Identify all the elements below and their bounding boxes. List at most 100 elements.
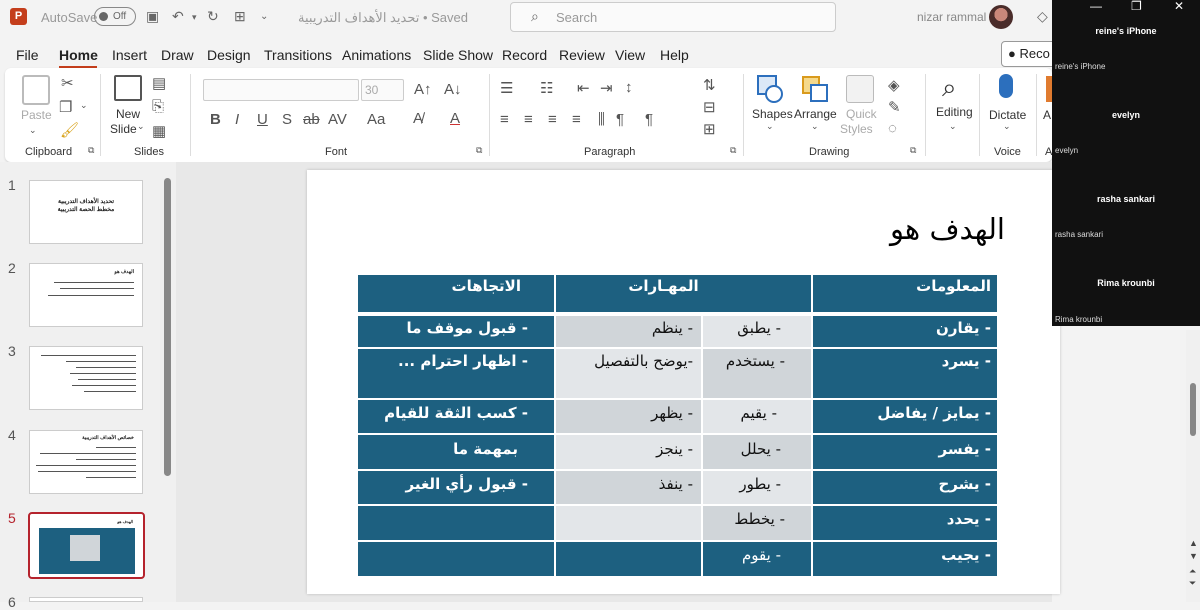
font-family-select[interactable] — [203, 79, 359, 101]
find-icon[interactable]: ⌕ — [942, 72, 957, 104]
paste-icon[interactable] — [22, 75, 50, 105]
new-slide-button-label2[interactable]: Slide — [110, 122, 137, 136]
copy-icon[interactable]: ❐ — [59, 98, 72, 116]
redo-icon[interactable]: ↻ — [207, 8, 219, 25]
save-icon[interactable]: ▣ — [146, 8, 159, 25]
align-center-icon[interactable]: ≡ — [524, 111, 533, 128]
change-case-icon[interactable]: Aa — [367, 111, 385, 128]
menu-design[interactable]: Design — [207, 47, 251, 63]
autosave-toggle[interactable]: Off — [94, 7, 136, 26]
new-slide-dropdown-icon[interactable]: ⌄ — [137, 121, 145, 132]
layout-icon[interactable]: ▤ — [152, 74, 166, 92]
ltr-icon[interactable]: ¶ — [645, 111, 653, 128]
user-name[interactable]: nizar rammal — [917, 10, 986, 24]
columns-icon[interactable]: ⫼ — [598, 111, 605, 128]
next-slide-icon[interactable]: ⏷ — [1189, 578, 1196, 589]
slide-thumbnail-2[interactable]: الهدف هو — [29, 263, 143, 327]
slide-thumbnail-3[interactable] — [29, 346, 143, 410]
increase-indent-icon[interactable]: ⇥ — [600, 79, 613, 97]
shapes-dropdown-icon[interactable]: ⌄ — [766, 121, 774, 132]
minimize-icon[interactable]: — — [1090, 0, 1102, 13]
justify-icon[interactable]: ≡ — [572, 111, 581, 128]
slide-thumbnail-5[interactable]: الهدف هو — [28, 512, 145, 579]
slide-title[interactable]: الهدف هو — [870, 212, 1005, 246]
arrange-button[interactable]: Arrange — [794, 107, 837, 121]
shape-fill-icon[interactable]: ◈ — [888, 76, 900, 94]
cut-icon[interactable]: ✂ — [61, 74, 74, 92]
align-left-icon[interactable]: ≡ — [500, 111, 509, 128]
thumbnail-scrollbar[interactable] — [164, 178, 171, 476]
undo-dropdown-icon[interactable]: ▾ — [192, 12, 197, 23]
paste-button[interactable]: Paste — [21, 108, 52, 122]
font-size-select[interactable]: 30 — [361, 79, 404, 101]
menu-record[interactable]: Record — [502, 47, 547, 63]
rtl-icon[interactable]: ¶ — [616, 111, 624, 128]
avatar[interactable] — [989, 5, 1013, 29]
decrease-indent-icon[interactable]: ⇤ — [577, 79, 590, 97]
font-color-icon[interactable]: A — [450, 110, 460, 127]
shape-outline-icon[interactable]: ✎ — [888, 98, 901, 116]
smartart-icon[interactable]: ⊞ — [703, 120, 716, 138]
editing-dropdown-icon[interactable]: ⌄ — [949, 121, 957, 132]
align-right-icon[interactable]: ≡ — [548, 111, 557, 128]
premium-diamond-icon[interactable]: ◇ — [1037, 8, 1048, 25]
shadow-icon[interactable]: S — [282, 111, 292, 128]
font-launcher-icon[interactable]: ⧉ — [476, 145, 482, 156]
clear-formatting-icon[interactable]: A̸ — [413, 110, 423, 127]
addin-button[interactable]: A — [1043, 108, 1051, 122]
menu-help[interactable]: Help — [660, 47, 689, 63]
paragraph-launcher-icon[interactable]: ⧉ — [730, 145, 736, 156]
copy-dropdown-icon[interactable]: ⌄ — [80, 100, 88, 111]
new-slide-icon[interactable] — [114, 75, 142, 101]
editing-button[interactable]: Editing — [936, 105, 973, 119]
bold-icon[interactable]: B — [210, 111, 221, 128]
character-spacing-icon[interactable]: AV — [328, 111, 347, 128]
menu-view[interactable]: View — [615, 47, 645, 63]
scroll-down-icon[interactable]: ▼ — [1189, 551, 1198, 561]
scrollbar-thumb[interactable] — [1190, 383, 1196, 436]
document-title[interactable]: تحديد الأهداف التدريبية • Saved — [298, 10, 468, 26]
menu-animations[interactable]: Animations — [342, 47, 411, 63]
format-painter-icon[interactable]: 🖌 — [60, 121, 79, 139]
menu-file[interactable]: File — [16, 47, 39, 63]
scroll-up-icon[interactable]: ▲ — [1189, 538, 1198, 548]
reset-icon[interactable]: ⎘ — [152, 98, 164, 115]
microphone-icon[interactable] — [999, 74, 1013, 98]
drawing-launcher-icon[interactable]: ⧉ — [910, 145, 916, 156]
previous-slide-icon[interactable]: ⏶ — [1189, 566, 1196, 577]
clipboard-launcher-icon[interactable]: ⧉ — [88, 145, 94, 156]
menu-transitions[interactable]: Transitions — [264, 47, 332, 63]
new-slide-button[interactable]: New — [116, 107, 140, 121]
quick-styles-label2[interactable]: Styles — [840, 122, 873, 136]
increase-font-icon[interactable]: A↑ — [414, 81, 432, 98]
menu-insert[interactable]: Insert — [112, 47, 147, 63]
close-icon[interactable]: ✕ — [1174, 0, 1184, 13]
paste-dropdown-icon[interactable]: ⌄ — [29, 125, 37, 136]
slide-thumbnail-1[interactable]: تحديد الأهداف التدريبية مخطط الحصة التدر… — [29, 180, 143, 244]
line-spacing-icon[interactable]: ↕ — [625, 79, 633, 96]
align-text-icon[interactable]: ⊟ — [703, 98, 716, 116]
underline-icon[interactable]: U — [257, 111, 268, 128]
restore-icon[interactable]: ❐ — [1131, 0, 1142, 13]
strikethrough-icon[interactable]: ab — [303, 111, 320, 128]
customize-qat-icon[interactable]: ⌄ — [260, 11, 268, 22]
section-icon[interactable]: ▦ — [152, 122, 166, 140]
bullets-icon[interactable]: ☰ — [500, 79, 513, 97]
numbering-icon[interactable]: ☷ — [540, 79, 553, 97]
menu-review[interactable]: Review — [559, 47, 605, 63]
quick-styles-icon[interactable] — [846, 75, 874, 103]
slide-thumbnail-6[interactable] — [29, 597, 143, 602]
menu-slide-show[interactable]: Slide Show — [423, 47, 493, 63]
objectives-table[interactable]: المعلومات المهـارات الاتجاهات - يقارن - … — [358, 275, 997, 576]
shapes-button[interactable]: Shapes — [752, 107, 793, 121]
shape-effects-icon[interactable]: ◌ — [888, 120, 897, 137]
menu-draw[interactable]: Draw — [161, 47, 194, 63]
arrange-dropdown-icon[interactable]: ⌄ — [811, 121, 819, 132]
dictate-dropdown-icon[interactable]: ⌄ — [1003, 121, 1011, 132]
slide-vertical-scrollbar[interactable] — [1186, 330, 1200, 602]
quick-styles-button[interactable]: Quick — [846, 107, 877, 121]
start-from-beginning-icon[interactable]: ⊞ — [234, 8, 246, 25]
undo-icon[interactable]: ↶ — [172, 8, 184, 25]
menu-home[interactable]: Home — [59, 47, 98, 63]
decrease-font-icon[interactable]: A↓ — [444, 81, 462, 98]
